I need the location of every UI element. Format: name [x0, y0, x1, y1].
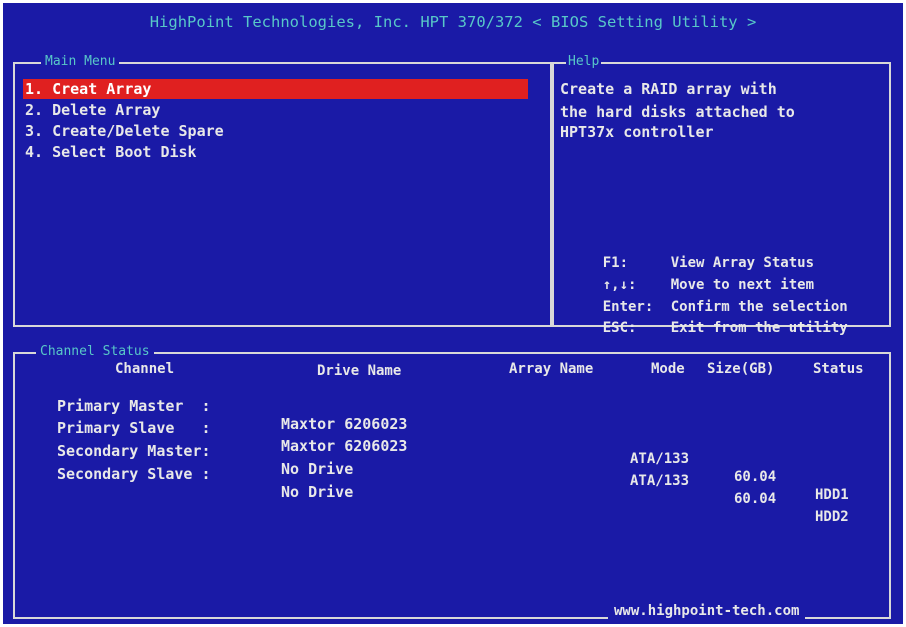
menu-item-delete-array[interactable]: 2. Delete Array: [25, 100, 160, 120]
help-text-line: HPT37x controller: [560, 123, 714, 141]
column-header-status: Status: [813, 361, 864, 377]
main-menu-label: Main Menu: [41, 54, 120, 70]
menu-item-create-array[interactable]: 1. Creat Array: [23, 79, 528, 99]
menu-item-create-delete-spare[interactable]: 3. Create/Delete Spare: [25, 121, 224, 141]
channel-status-label: Channel Status: [36, 344, 154, 360]
column-header-channel: Channel: [115, 361, 175, 377]
footer-url: www.highpoint-tech.com: [608, 602, 806, 620]
help-text-line: Create a RAID array with: [560, 80, 777, 98]
bios-screen: HighPoint Technologies, Inc. HPT 370/372…: [3, 3, 903, 624]
key-help-row: ESC: Exit from the utility: [569, 297, 848, 360]
key-label: ESC:: [602, 320, 637, 336]
key-description: Exit from the utility: [670, 320, 848, 336]
column-header-drive-name: Drive Name: [317, 363, 402, 379]
drive-name-cell: No Drive: [281, 483, 354, 501]
size-cell: 60.04: [734, 491, 777, 507]
mode-cell: ATA/133: [630, 473, 690, 489]
table-row: Secondary Slave : No Drive: [3, 447, 903, 501]
channel-cell: Secondary Slave :: [57, 465, 211, 483]
table-row: Secondary Master: No Drive: [3, 424, 903, 478]
column-header-array-name: Array Name: [509, 361, 594, 377]
table-row: Primary Slave : Maxtor 6206023 ATA/133 6…: [3, 401, 903, 525]
column-header-size: Size(GB): [707, 361, 775, 377]
status-cell: HDD2: [815, 509, 849, 525]
help-text-line: the hard disks attached to: [560, 103, 795, 121]
size-cell: 60.04: [734, 469, 777, 485]
column-header-mode: Mode: [651, 361, 685, 377]
help-label: Help: [566, 54, 602, 70]
menu-item-select-boot-disk[interactable]: 4. Select Boot Disk: [25, 142, 197, 162]
table-row: Primary Master : Maxtor 6206023 ATA/133 …: [3, 379, 903, 503]
status-cell: HDD1: [815, 487, 849, 503]
window-title: HighPoint Technologies, Inc. HPT 370/372…: [149, 13, 757, 31]
